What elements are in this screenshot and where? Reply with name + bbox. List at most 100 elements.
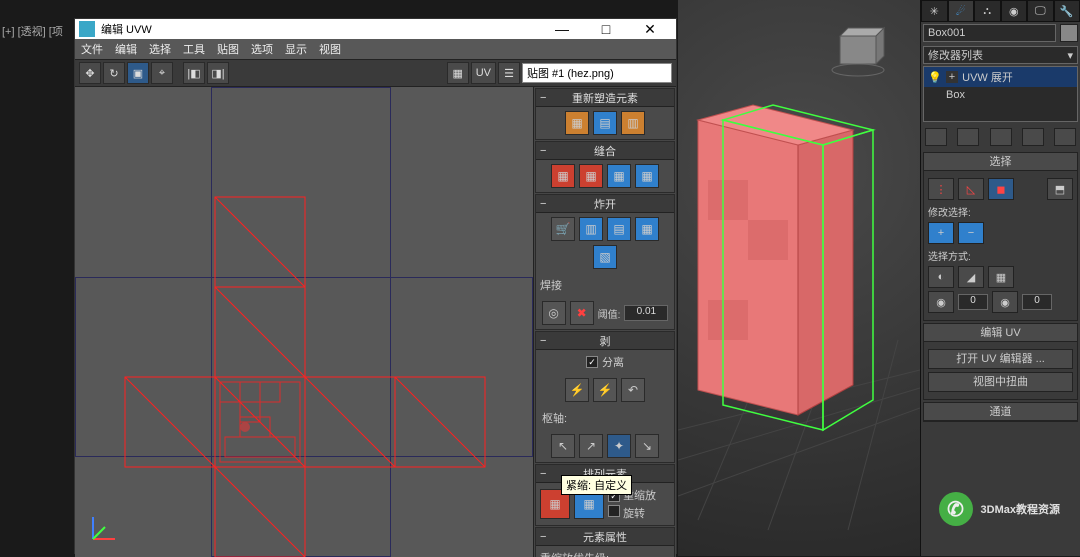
lightbulb-icon[interactable]: 💡 [928, 71, 942, 84]
open-uv-editor-button[interactable]: 打开 UV 编辑器 ... [928, 349, 1073, 369]
create-tab-icon[interactable]: ✳ [921, 0, 948, 22]
sel-a-spinner[interactable]: 0 [958, 294, 988, 310]
explode-3-icon[interactable]: ▤ [607, 217, 631, 241]
object-name-field[interactable]: Box001 [923, 24, 1056, 42]
weld-label: 焊接 [540, 277, 562, 293]
weld-selected-icon[interactable]: ✖ [570, 301, 594, 325]
rollout-selection: 选择 ⋮ ◺ ◼ ⬒ 修改选择: + − 选择方式: ◐ ◢ ▦ ◉ 0 ◉ [923, 152, 1078, 321]
stack-item-uvw[interactable]: 💡 + UVW 展开 [924, 67, 1077, 87]
select-by-id-icon[interactable]: ▦ [988, 266, 1014, 288]
stitch-2-icon[interactable]: ▦ [579, 164, 603, 188]
menu-select[interactable]: 选择 [149, 41, 171, 57]
stack-buttons [923, 124, 1078, 150]
viewport-label: [+] [透视] [项 [2, 23, 63, 39]
element-subobj-icon[interactable]: ⬒ [1047, 178, 1073, 200]
stack-label: Box [946, 89, 965, 101]
shrink-icon[interactable]: − [958, 222, 984, 244]
modifier-stack[interactable]: 💡 + UVW 展开 Box [923, 66, 1078, 122]
panel-peel: −剥 分离 ⚡ ⚡ ↶ 枢轴: ↖ ↗ ✦ ↘ [535, 331, 675, 463]
scale-tool-icon[interactable]: ▣ [127, 62, 149, 84]
peel-2-icon[interactable]: ⚡ [593, 378, 617, 402]
uv-label-icon[interactable]: UV [471, 62, 496, 84]
pivot-center-icon[interactable]: ✦ [607, 434, 631, 458]
hierarchy-tab-icon[interactable]: ⛬ [974, 0, 1001, 22]
sel-b-icon[interactable]: ◉ [992, 291, 1018, 313]
explode-5-icon[interactable]: ▧ [593, 245, 617, 269]
edge-subobj-icon[interactable]: ◺ [958, 178, 984, 200]
face-subobj-icon[interactable]: ◼ [988, 178, 1014, 200]
map-dropdown[interactable]: 贴图 #1 (hez.png) [522, 63, 672, 83]
panel-elemprop: −元素属性 重缩放优先级: [535, 527, 675, 557]
utilities-tab-icon[interactable]: 🔧 [1054, 0, 1080, 22]
menu-options[interactable]: 选项 [251, 41, 273, 57]
explode-4-icon[interactable]: ▦ [635, 217, 659, 241]
motion-tab-icon[interactable]: ◉ [1001, 0, 1028, 22]
channel-header[interactable]: 通道 [924, 403, 1077, 421]
tweak-in-view-button[interactable]: 视图中扭曲 [928, 372, 1073, 392]
stitch-4-icon[interactable]: ▦ [635, 164, 659, 188]
weld-target-icon[interactable]: ◎ [542, 301, 566, 325]
ignore-backfacing-icon[interactable]: ◐ [928, 266, 954, 288]
expand-icon[interactable]: + [946, 71, 958, 83]
sel-b-spinner[interactable]: 0 [1022, 294, 1052, 310]
menu-tools[interactable]: 工具 [183, 41, 205, 57]
pin-stack-icon[interactable] [925, 128, 947, 146]
checker-icon[interactable]: ▦ [447, 62, 469, 84]
explode-1-icon[interactable]: 🛒 [551, 217, 575, 241]
straighten-icon[interactable]: ▦ [565, 111, 589, 135]
uvw-titlebar[interactable]: 编辑 UVW — □ ✕ [75, 19, 676, 39]
modify-select-label: 修改选择: [928, 204, 1073, 219]
maximize-button[interactable]: □ [584, 19, 628, 39]
planar-angle-icon[interactable]: ◢ [958, 266, 984, 288]
axis-gizmo-icon [85, 507, 125, 547]
pivot-1-icon[interactable]: ↖ [551, 434, 575, 458]
stitch-1-icon[interactable]: ▦ [551, 164, 575, 188]
menu-mapping[interactable]: 贴图 [217, 41, 239, 57]
stack-item-box[interactable]: Box [924, 87, 1077, 103]
align-icon[interactable]: ▥ [621, 111, 645, 135]
edituv-header[interactable]: 编辑 UV [924, 324, 1077, 342]
config-icon[interactable] [1054, 128, 1076, 146]
move-tool-icon[interactable]: ✥ [79, 62, 101, 84]
freeform-tool-icon[interactable]: ⌖ [151, 62, 173, 84]
rollout-channel: 通道 [923, 402, 1078, 422]
grow-icon[interactable]: + [928, 222, 954, 244]
menu-edit[interactable]: 编辑 [115, 41, 137, 57]
rotate-checkbox[interactable] [608, 505, 620, 517]
mirror-h-icon[interactable]: |◧ [183, 62, 205, 84]
sel-a-icon[interactable]: ◉ [928, 291, 954, 313]
modifier-list-dropdown[interactable]: 修改器列表▾ [923, 46, 1078, 64]
stitch-3-icon[interactable]: ▦ [607, 164, 631, 188]
minimize-button[interactable]: — [540, 19, 584, 39]
mirror-v-icon[interactable]: ◨| [207, 62, 229, 84]
relax-icon[interactable]: ▤ [593, 111, 617, 135]
show-end-icon[interactable] [957, 128, 979, 146]
uv-canvas[interactable] [75, 87, 533, 557]
peel-3-icon[interactable]: ↶ [621, 378, 645, 402]
options-icon[interactable]: ☰ [498, 62, 520, 84]
menu-display[interactable]: 显示 [285, 41, 307, 57]
menu-file[interactable]: 文件 [81, 41, 103, 57]
menu-view[interactable]: 视图 [319, 41, 341, 57]
weld-threshold-spinner[interactable]: 0.01 [624, 305, 668, 321]
perspective-viewport[interactable] [678, 0, 920, 556]
pivot-2-icon[interactable]: ↗ [579, 434, 603, 458]
unique-icon[interactable] [990, 128, 1012, 146]
remove-mod-icon[interactable] [1022, 128, 1044, 146]
object-color-swatch[interactable] [1060, 24, 1078, 42]
modify-tab-icon[interactable]: ☄ [948, 0, 975, 22]
uvw-editor-window: 编辑 UVW — □ ✕ 文件 编辑 选择 工具 贴图 选项 显示 视图 ✥ ↻… [74, 18, 677, 554]
detach-checkbox[interactable] [586, 356, 598, 368]
pivot-4-icon[interactable]: ↘ [635, 434, 659, 458]
close-button[interactable]: ✕ [628, 19, 672, 39]
explode-2-icon[interactable]: ▥ [579, 217, 603, 241]
vertex-subobj-icon[interactable]: ⋮ [928, 178, 954, 200]
display-tab-icon[interactable]: 🖵 [1027, 0, 1054, 22]
peel-1-icon[interactable]: ⚡ [565, 378, 589, 402]
rollout-edit-uv: 编辑 UV 打开 UV 编辑器 ... 视图中扭曲 [923, 323, 1078, 400]
selection-header[interactable]: 选择 [924, 153, 1077, 171]
stack-label: UVW 展开 [962, 69, 1013, 85]
rotate-tool-icon[interactable]: ↻ [103, 62, 125, 84]
panel-explode: −炸开 🛒 ▥ ▤ ▦ ▧ 焊接 ◎ ✖ 阈值: 0.01 [535, 194, 675, 330]
command-panel-tabs: ✳ ☄ ⛬ ◉ 🖵 🔧 [921, 0, 1080, 22]
